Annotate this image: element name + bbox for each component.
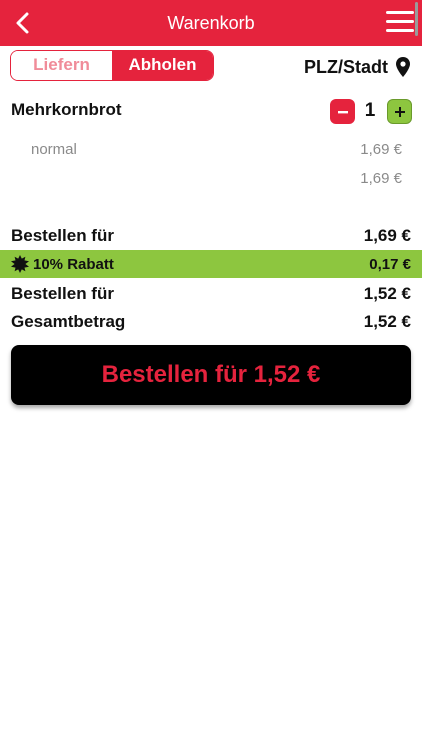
scrollbar-thumb[interactable] bbox=[415, 2, 418, 36]
subtotal-row: Bestellen für 1,69 € bbox=[0, 222, 422, 250]
item-variant: normal bbox=[31, 141, 77, 158]
discounted-subtotal-value: 1,52 € bbox=[363, 284, 411, 303]
location-selector[interactable]: PLZ/Stadt bbox=[304, 55, 410, 79]
delivery-mode-toggle: Liefern Abholen bbox=[10, 50, 214, 81]
total-row: Gesamtbetrag 1,52 € bbox=[0, 308, 422, 336]
tab-abholen[interactable]: Abholen bbox=[112, 51, 213, 80]
discount-row: 10% Rabatt 0,17 € bbox=[0, 250, 422, 278]
total-label: Gesamtbetrag bbox=[11, 312, 126, 331]
discounted-subtotal-label: Bestellen für bbox=[11, 284, 114, 303]
discount-value: 0,17 € bbox=[369, 256, 411, 273]
subtotal-label: Bestellen für bbox=[11, 226, 114, 245]
location-label: PLZ/Stadt bbox=[304, 56, 388, 77]
minus-icon bbox=[337, 110, 348, 113]
discount-badge-icon bbox=[11, 255, 29, 273]
discount-label: 10% Rabatt bbox=[33, 255, 114, 273]
decrease-quantity-button[interactable] bbox=[330, 99, 355, 124]
subtotal-value: 1,69 € bbox=[363, 226, 411, 245]
item-quantity: 1 bbox=[364, 100, 376, 121]
cart-item-name: Mehrkornbrot bbox=[11, 100, 122, 119]
place-order-button[interactable]: Bestellen für 1,52 € bbox=[11, 345, 411, 405]
item-total-price: 1,69 € bbox=[360, 170, 402, 187]
increase-quantity-button[interactable] bbox=[387, 99, 412, 124]
plus-icon bbox=[394, 106, 405, 117]
app-header: Warenkorb bbox=[0, 0, 422, 46]
location-pin-icon bbox=[396, 57, 410, 77]
hamburger-menu-icon[interactable] bbox=[386, 11, 414, 35]
discounted-subtotal-row: Bestellen für 1,52 € bbox=[0, 280, 422, 308]
total-value: 1,52 € bbox=[363, 312, 411, 331]
page-title: Warenkorb bbox=[167, 13, 255, 33]
tab-liefern[interactable]: Liefern bbox=[11, 51, 112, 80]
variant-price: 1,69 € bbox=[360, 141, 402, 158]
